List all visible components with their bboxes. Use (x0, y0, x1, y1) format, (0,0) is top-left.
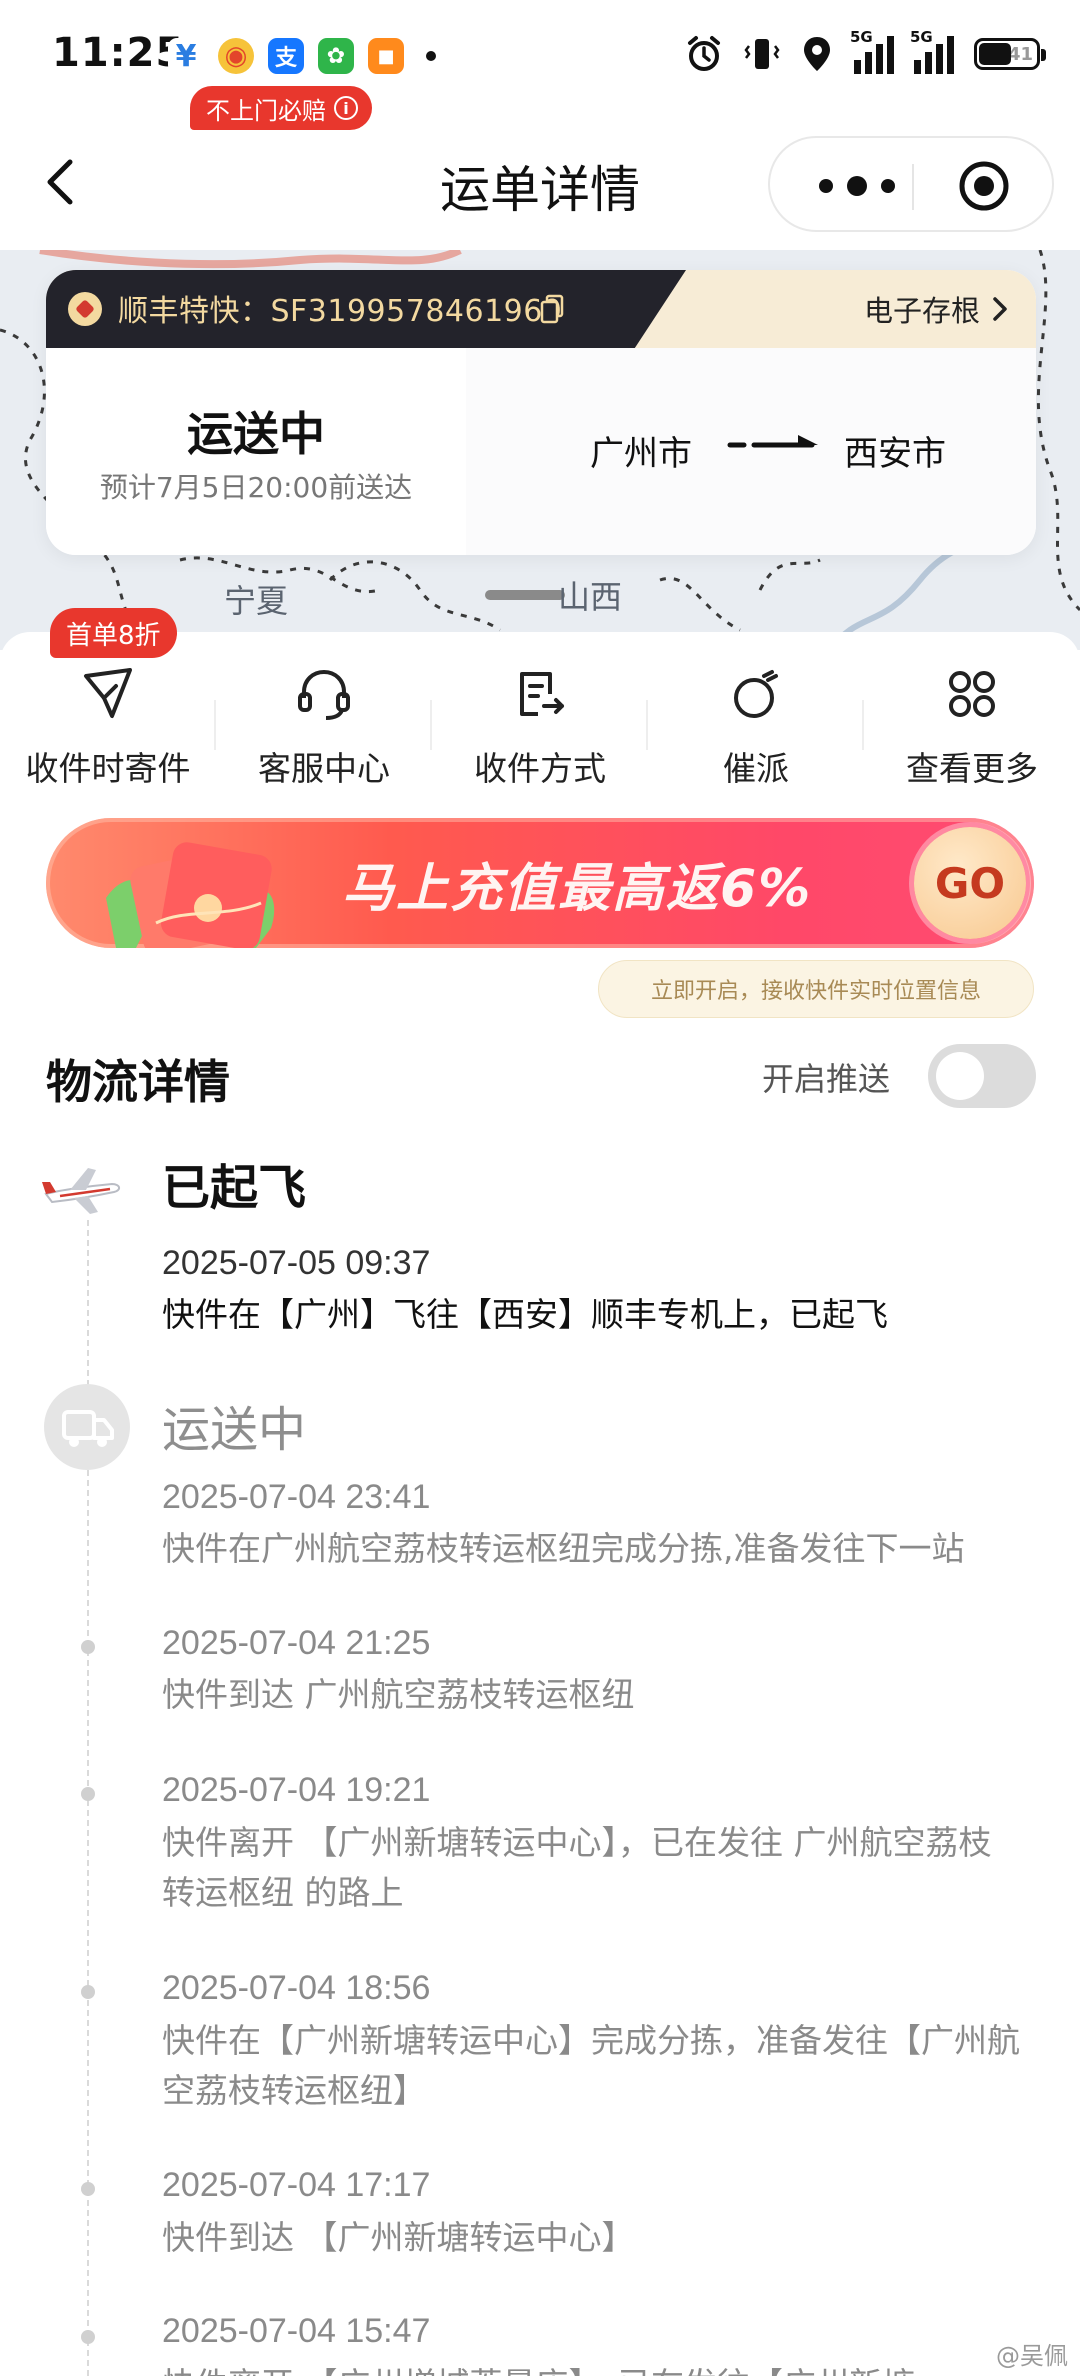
waybill-card: 顺丰特快：SF3199578461969 电子存根 运送中 预计7月5日20:0… (46, 270, 1036, 555)
e-receipt-link[interactable]: 电子存根 (864, 288, 980, 330)
sf-express-badge-icon (68, 292, 102, 326)
more-notifications-dot (426, 51, 436, 61)
timeline-dot (81, 1640, 95, 1654)
event-desc: 快件在广州航空荔枝转运枢纽完成分拣,准备发往下一站 (162, 1529, 965, 1568)
stopwatch-icon (734, 670, 778, 718)
clock: 11:25 (52, 30, 185, 76)
notification-icons: ¥ ◉ 支 ✿ ■ (168, 38, 436, 74)
watermark: @吴佩 (996, 2342, 1068, 2370)
route-arrow-icon (727, 435, 818, 448)
origin-city: 广州市 (590, 434, 692, 474)
push-tip-bubble: 立即开启，接收快件实时位置信息 (598, 960, 1034, 1018)
push-toggle[interactable] (928, 1044, 1036, 1108)
quick-actions: 收件时寄件 客服中心 收件方式 催派 查看更多 (0, 660, 1080, 790)
map-label-ningxia: 宁夏 (224, 582, 289, 620)
truck-icon (62, 1410, 114, 1447)
destination-city: 西安市 (844, 434, 946, 474)
copy-icon[interactable] (540, 294, 564, 324)
battery-level: 41 (1007, 43, 1033, 65)
mini-program-capsule (768, 136, 1054, 232)
battery-icon: 41 (974, 38, 1046, 70)
promo-text: 马上充值最高返6% (342, 859, 813, 919)
close-target-icon[interactable] (958, 160, 1010, 212)
grid-more-icon (949, 671, 995, 717)
more-dots-icon[interactable] (812, 172, 902, 200)
alipay-icon: 支 (268, 38, 304, 74)
recharge-promo-banner[interactable]: 马上充值最高返6% GO (46, 818, 1034, 948)
waybill-number: 顺丰特快：SF3199578461969 (118, 294, 563, 329)
action-send-on-receipt[interactable]: 收件时寄件 (0, 660, 216, 790)
action-view-more[interactable]: 查看更多 (864, 660, 1080, 790)
wechat-mini-icon: ✿ (318, 38, 354, 74)
system-icons: 5G 5G 41 (684, 28, 1046, 74)
event-desc: 快件到达 广州航空荔枝转运枢纽 (162, 1675, 635, 1714)
action-label: 收件时寄件 (25, 749, 191, 788)
currency-icon: ¥ (168, 38, 204, 74)
event-desc: 快件在【广州新塘转运中心】完成分拣，准备发往【广州航空荔枝转运枢纽】 (162, 2021, 1020, 2110)
timeline-dot (81, 2330, 95, 2344)
reader-icon: ■ (368, 38, 404, 74)
timeline-dot (81, 1787, 95, 1801)
push-toggle-label: 开启推送 (762, 1060, 891, 1098)
logistics-title: 物流详情 (46, 1055, 230, 1109)
action-receive-method[interactable]: 收件方式 (432, 660, 648, 790)
nav-bar: 运单详情 (0, 112, 1080, 252)
status-bar: 11:25 ¥ ◉ 支 ✿ ■ 5G 5G 41 (0, 0, 1080, 112)
delivery-status: 运送中 (187, 407, 325, 461)
event-time: 2025-07-05 09:37 (162, 1244, 431, 1282)
timeline-dot (81, 1985, 95, 1999)
event-time: 2025-07-04 18:56 (162, 1969, 431, 2007)
weibo-icon: ◉ (218, 38, 254, 74)
event-time: 2025-07-04 21:25 (162, 1624, 431, 1662)
event-desc: 快件在【广州】飞往【西安】顺丰专机上，已起飞 (162, 1295, 888, 1334)
chevron-right-icon[interactable] (990, 294, 1010, 324)
guarantee-tag[interactable]: 不上门必赔 i (190, 86, 372, 130)
action-label: 催派 (723, 749, 789, 788)
event-time: 2025-07-04 23:41 (162, 1478, 431, 1516)
event-desc: 快件到达 【广州新塘转运中心】 (162, 2218, 635, 2257)
headset-icon (298, 669, 350, 720)
paper-plane-icon (84, 668, 132, 718)
info-icon[interactable]: i (334, 96, 358, 120)
event-desc: 快件离开 【广州増城荔景店】，已在发往【广州新塘 (162, 2360, 1042, 2376)
event-time: 2025-07-04 19:21 (162, 1771, 431, 1809)
red-envelope-gift-icon (106, 842, 275, 948)
event-time: 2025-07-04 15:47 (162, 2312, 431, 2350)
receive-method-icon (520, 672, 564, 716)
event-desc: 快件离开 【广州新塘转运中心】，已在发往 广州航空荔枝转运枢纽 的路上 (162, 1823, 992, 1912)
action-label: 收件方式 (474, 749, 606, 788)
alarm-icon (688, 36, 720, 71)
vibrate-icon (744, 39, 780, 69)
stage-title: 已起飞 (162, 1160, 307, 1216)
action-customer-service[interactable]: 客服中心 (216, 660, 432, 790)
action-label: 查看更多 (906, 749, 1038, 788)
guarantee-tag-label: 不上门必赔 (206, 96, 326, 125)
capsule-divider (912, 164, 914, 210)
delivery-eta: 预计7月5日20:00前送达 (99, 471, 413, 504)
map-label-shanxi: 山西 (558, 578, 623, 616)
event-time: 2025-07-04 17:17 (162, 2166, 431, 2204)
go-button[interactable]: GO (914, 827, 1026, 939)
signal-1-icon: 5G (850, 28, 894, 74)
action-label: 客服中心 (258, 749, 390, 788)
first-order-discount-tag: 首单8折 (50, 608, 177, 658)
timeline-dot (81, 2182, 95, 2196)
truck-icon-badge (44, 1384, 130, 1470)
location-icon (804, 37, 830, 71)
action-urge-delivery[interactable]: 催派 (648, 660, 864, 790)
signal-2-icon: 5G (910, 28, 954, 74)
stage-title: 运送中 (162, 1402, 307, 1458)
toggle-knob (936, 1052, 984, 1100)
airplane-icon (42, 1168, 120, 1214)
